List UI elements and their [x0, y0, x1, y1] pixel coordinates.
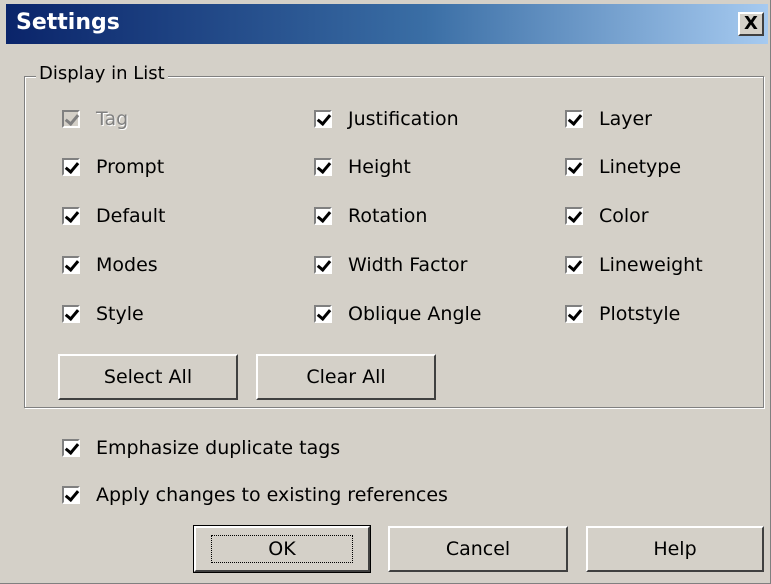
checkbox-lineweight[interactable]: Lineweight — [565, 254, 703, 276]
checkbox-label: Justification — [348, 108, 459, 130]
ok-button-label: OK — [211, 535, 353, 563]
checkbox-color[interactable]: Color — [565, 205, 649, 227]
checkbox-label: Prompt — [96, 156, 165, 178]
check-icon — [565, 256, 583, 274]
check-icon — [565, 158, 583, 176]
checkbox-label: Apply changes to existing references — [96, 484, 448, 506]
checkbox-rotation[interactable]: Rotation — [314, 205, 427, 227]
check-icon — [62, 256, 80, 274]
cancel-button[interactable]: Cancel — [388, 526, 568, 572]
checkbox-label: Linetype — [599, 156, 682, 178]
ok-button[interactable]: OK — [193, 525, 371, 573]
checkbox-label: Modes — [96, 254, 158, 276]
check-icon — [314, 207, 332, 225]
checkbox-default[interactable]: Default — [62, 205, 165, 227]
check-icon — [62, 110, 80, 128]
close-button[interactable]: X — [738, 12, 764, 36]
checkbox-emphasize-duplicate-tags[interactable]: Emphasize duplicate tags — [62, 437, 340, 459]
checkbox-apply-changes[interactable]: Apply changes to existing references — [62, 484, 448, 506]
checkbox-label: Height — [348, 156, 411, 178]
checkbox-plotstyle[interactable]: Plotstyle — [565, 303, 680, 325]
check-icon — [62, 486, 80, 504]
check-icon — [62, 207, 80, 225]
checkbox-label: Style — [96, 303, 144, 325]
dialog-title: Settings — [16, 10, 120, 35]
check-icon — [62, 305, 80, 323]
checkbox-label: Lineweight — [599, 254, 703, 276]
checkbox-height[interactable]: Height — [314, 156, 411, 178]
checkbox-justification[interactable]: Justification — [314, 108, 459, 130]
group-label: Display in List — [36, 63, 168, 84]
checkbox-tag[interactable]: Tag — [62, 108, 128, 130]
checkbox-modes[interactable]: Modes — [62, 254, 158, 276]
checkbox-label: Oblique Angle — [348, 303, 482, 325]
check-icon — [314, 158, 332, 176]
checkbox-label: Plotstyle — [599, 303, 681, 325]
check-icon — [62, 158, 80, 176]
help-button[interactable]: Help — [586, 526, 764, 572]
checkbox-prompt[interactable]: Prompt — [62, 156, 164, 178]
checkbox-label: Tag — [96, 108, 129, 130]
check-icon — [62, 439, 80, 457]
checkbox-style[interactable]: Style — [62, 303, 144, 325]
checkbox-label: Width Factor — [348, 254, 468, 276]
select-all-button[interactable]: Select All — [58, 354, 238, 400]
check-icon — [314, 110, 332, 128]
title-bar[interactable]: Settings X — [6, 4, 768, 44]
checkbox-width-factor[interactable]: Width Factor — [314, 254, 467, 276]
check-icon — [565, 207, 583, 225]
clear-all-button[interactable]: Clear All — [256, 354, 436, 400]
check-icon — [314, 256, 332, 274]
settings-dialog: Settings X Display in List Tag Prompt De… — [0, 0, 771, 584]
checkbox-label: Rotation — [348, 205, 428, 227]
checkbox-label: Color — [599, 205, 649, 227]
check-icon — [565, 110, 583, 128]
checkbox-label: Default — [96, 205, 166, 227]
checkbox-label: Emphasize duplicate tags — [96, 437, 341, 459]
checkbox-linetype[interactable]: Linetype — [565, 156, 681, 178]
checkbox-label: Layer — [599, 108, 652, 130]
checkbox-oblique-angle[interactable]: Oblique Angle — [314, 303, 481, 325]
check-icon — [565, 305, 583, 323]
check-icon — [314, 305, 332, 323]
checkbox-layer[interactable]: Layer — [565, 108, 652, 130]
